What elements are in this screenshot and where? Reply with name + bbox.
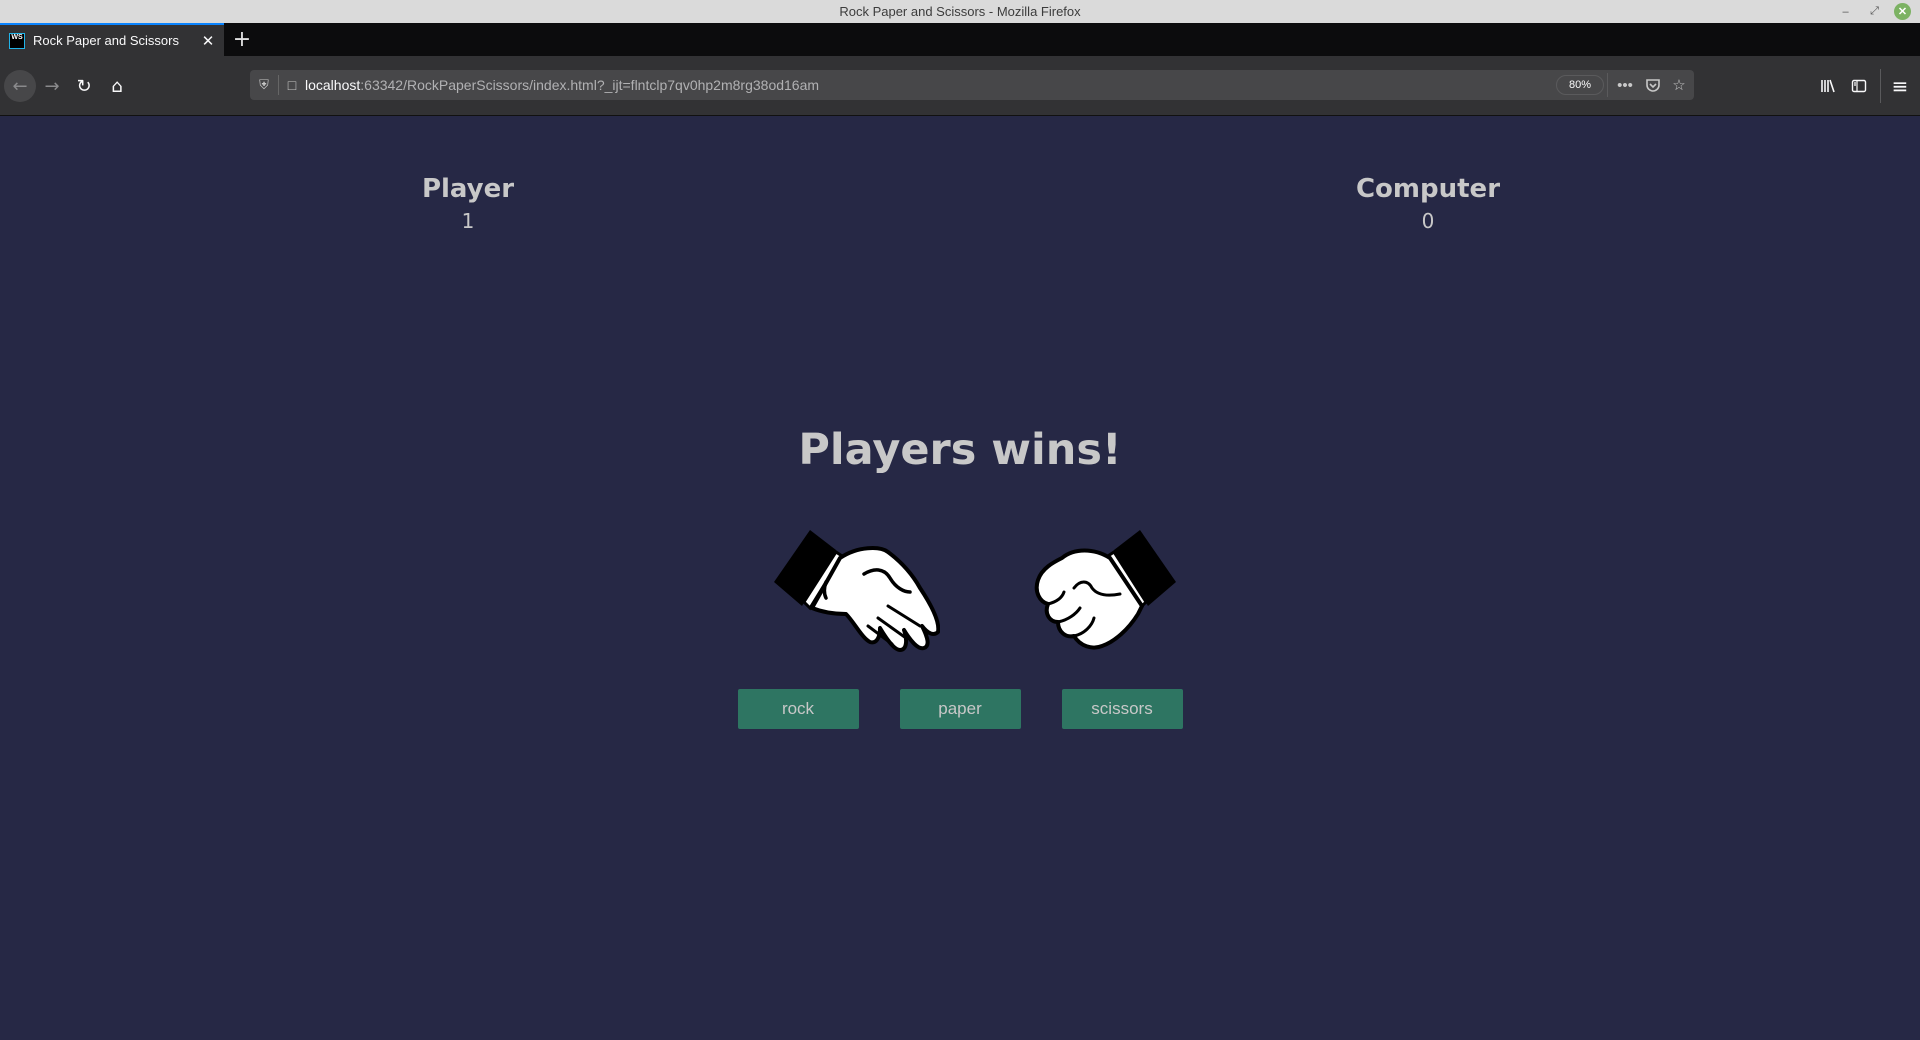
zoom-level-badge[interactable]: 80% (1555, 75, 1604, 95)
tab-title: Rock Paper and Scissors (33, 33, 179, 48)
tab-strip: WS Rock Paper and Scissors ✕ + (0, 23, 1920, 56)
tab-rock-paper-scissors[interactable]: WS Rock Paper and Scissors ✕ (0, 23, 224, 56)
url-path: :63342/RockPaperScissors/index.html?_ijt… (360, 77, 820, 93)
result-message: Players wins! (798, 425, 1122, 475)
navigation-toolbar: ← → ↻ ⌂ ⛨ □ localhost:63342/RockPaperSci… (0, 56, 1920, 116)
url-bar[interactable]: ⛨ □ localhost:63342/RockPaperScissors/in… (250, 70, 1694, 100)
hands-display (760, 522, 1176, 652)
pocket-icon[interactable] (1642, 74, 1664, 96)
url-divider (1607, 73, 1608, 97)
hamburger-menu-icon[interactable]: ≡ (1884, 70, 1916, 102)
close-window-button[interactable]: ✕ (1894, 3, 1911, 20)
player-score: 1 (461, 209, 475, 233)
player-label: Player (421, 174, 515, 204)
player-score-panel: Player 1 (368, 173, 568, 235)
window-titlebar: Rock Paper and Scissors - Mozilla Firefo… (0, 0, 1920, 23)
computer-label: Computer (1355, 174, 1501, 204)
window-title: Rock Paper and Scissors - Mozilla Firefo… (839, 4, 1081, 19)
new-tab-button[interactable]: + (228, 25, 256, 53)
player-paper-hand-icon (774, 530, 940, 652)
forward-button[interactable]: → (36, 70, 68, 102)
library-icon[interactable] (1812, 70, 1844, 102)
scissors-button[interactable]: scissors (1061, 689, 1183, 729)
page-actions-more-icon[interactable]: ••• (1614, 74, 1636, 96)
reload-button[interactable]: ↻ (68, 70, 100, 102)
bookmark-star-icon[interactable]: ☆ (1668, 74, 1690, 96)
minimize-button[interactable]: – (1837, 3, 1854, 20)
page-content: Player 1 Computer 0 Players wins! rock p… (0, 117, 1920, 1040)
computer-score-panel: Computer 0 (1328, 173, 1528, 235)
webstorm-favicon-icon: WS (9, 32, 25, 49)
toolbar-divider (1880, 69, 1881, 103)
tab-close-icon[interactable]: ✕ (198, 32, 218, 50)
choice-buttons: rock paper scissors (0, 689, 1920, 729)
home-button[interactable]: ⌂ (101, 70, 133, 102)
maximize-button[interactable]: ⤢ (1866, 3, 1883, 20)
paper-button[interactable]: paper (899, 689, 1021, 729)
back-button[interactable]: ← (4, 70, 36, 102)
rock-button[interactable]: rock (737, 689, 859, 729)
tracking-protection-shield-icon[interactable]: ⛨ (250, 77, 278, 93)
url-host: localhost (305, 77, 361, 93)
page-info-icon[interactable]: □ (279, 77, 305, 93)
computer-rock-hand-icon (1034, 530, 1176, 650)
sidebar-toggle-icon[interactable] (1843, 70, 1875, 102)
computer-score: 0 (1421, 209, 1435, 233)
